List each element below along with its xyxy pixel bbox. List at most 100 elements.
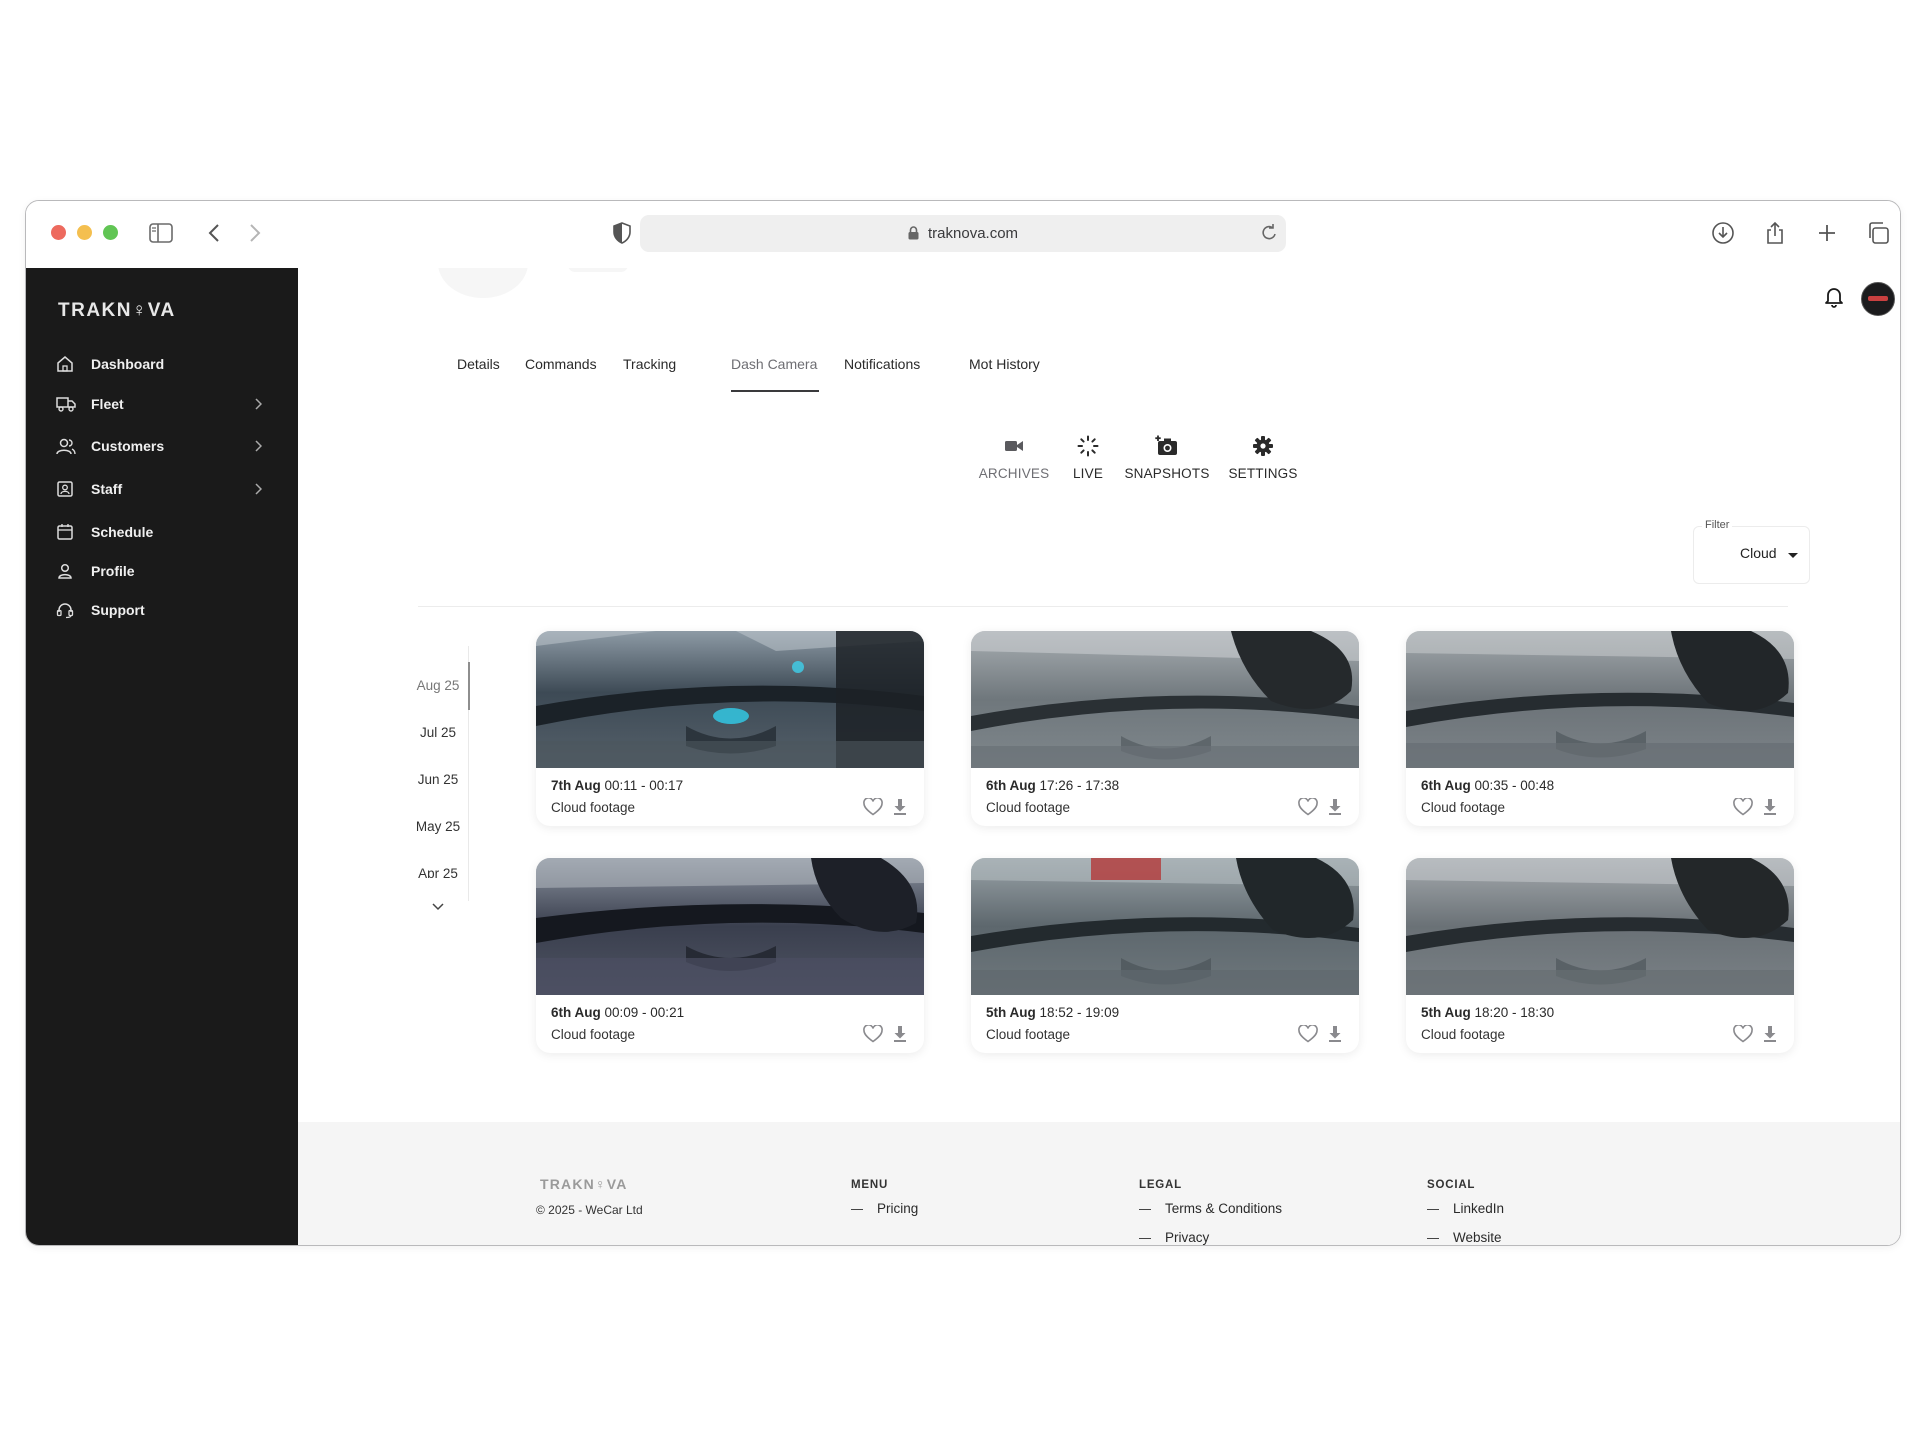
section-divider (418, 606, 1788, 607)
camera-tab-label: SETTINGS (1228, 466, 1298, 481)
caret-down-icon (1788, 553, 1798, 558)
clip-thumbnail[interactable] (971, 858, 1359, 995)
brand-logo[interactable]: TRAKN♀VA (58, 300, 176, 322)
chevron-down-icon[interactable] (432, 898, 444, 916)
footer-link-pricing[interactable]: Pricing (851, 1201, 918, 1216)
zoom-window-button[interactable] (103, 225, 118, 240)
footer-link-linkedin[interactable]: LinkedIn (1427, 1201, 1504, 1216)
footer-link-privacy[interactable]: Privacy (1139, 1230, 1209, 1245)
sidebar-toggle-icon[interactable] (147, 219, 175, 247)
clip-date: 7th Aug 00:11 - 00:17 (551, 778, 683, 793)
tab-commands[interactable]: Commands (525, 356, 597, 372)
month-timeline: Aug 25 Jul 25 Jun 25 May 25 Apr 25 (408, 646, 470, 918)
sidebar-item-label: Dashboard (91, 356, 165, 372)
clip-time: 18:20 - 18:30 (1474, 1005, 1555, 1020)
camera-tab-live[interactable]: LIVE (1063, 434, 1113, 481)
sidebar-item-support[interactable]: Support (26, 592, 298, 628)
sidebar-item-schedule[interactable]: Schedule (26, 514, 298, 550)
tab-notifications[interactable]: Notifications (844, 356, 920, 372)
notifications-bell-icon[interactable] (1824, 286, 1844, 313)
favorite-heart-icon[interactable] (863, 1024, 883, 1048)
timeline-month[interactable]: May 25 (408, 819, 468, 834)
new-tab-icon[interactable] (1813, 219, 1841, 247)
favorite-heart-icon[interactable] (1298, 797, 1318, 821)
browser-toolbar: traknova.com (26, 201, 1900, 269)
filter-select[interactable]: Filter Cloud (1693, 519, 1810, 584)
footer-link-terms[interactable]: Terms & Conditions (1139, 1201, 1282, 1216)
favorite-heart-icon[interactable] (1298, 1024, 1318, 1048)
clip-source: Cloud footage (551, 800, 636, 815)
address-bar[interactable]: traknova.com (640, 215, 1286, 252)
camera-tab-snapshots[interactable]: SNAPSHOTS (1122, 434, 1212, 481)
sidebar-item-profile[interactable]: Profile (26, 553, 298, 589)
clip-card[interactable]: 5th Aug 18:20 - 18:30 Cloud footage (1406, 858, 1794, 1053)
clip-thumbnail[interactable] (971, 631, 1359, 768)
clip-thumbnail[interactable] (536, 631, 924, 768)
lock-icon (908, 226, 919, 245)
vehicle-title-placeholder (568, 268, 628, 272)
footer-legal-heading: LEGAL (1139, 1179, 1182, 1191)
clip-thumbnail[interactable] (1406, 858, 1794, 995)
sidebar-item-dashboard[interactable]: Dashboard (26, 346, 298, 382)
camera-tab-settings[interactable]: SETTINGS (1223, 434, 1303, 481)
timeline-month[interactable]: Aug 25 (408, 678, 468, 693)
tab-dash-camera[interactable]: Dash Camera (731, 356, 817, 372)
download-icon[interactable] (1762, 1025, 1778, 1048)
clip-thumbnail[interactable] (1406, 631, 1794, 768)
favorite-heart-icon[interactable] (1733, 1024, 1753, 1048)
sidebar-item-staff[interactable]: Staff (26, 471, 298, 507)
home-icon (56, 355, 74, 373)
browser-window: traknova.com TRAKN♀VA Dashboard Fleet Cu… (25, 200, 1901, 1246)
tab-tracking[interactable]: Tracking (623, 356, 676, 372)
user-avatar[interactable] (1861, 282, 1895, 316)
download-icon[interactable] (892, 1025, 908, 1048)
tab-mot-history[interactable]: Mot History (969, 356, 1040, 372)
clip-thumbnail[interactable] (536, 858, 924, 995)
downloads-icon[interactable] (1709, 219, 1737, 247)
forward-icon[interactable] (241, 219, 269, 247)
sidebar-item-label: Support (91, 602, 145, 618)
download-icon[interactable] (1762, 798, 1778, 821)
timeline-month[interactable]: Apr 25 (408, 866, 468, 878)
clip-card[interactable]: 5th Aug 18:52 - 19:09 Cloud footage (971, 858, 1359, 1053)
clip-day: 6th Aug (1421, 778, 1471, 793)
url-text: traknova.com (928, 225, 1019, 242)
timeline-month[interactable]: Jun 25 (408, 772, 468, 787)
timeline-month[interactable]: Jul 25 (408, 725, 468, 740)
footer-link-website[interactable]: Website (1427, 1230, 1502, 1245)
add-photo-camera-icon (1122, 434, 1212, 458)
minimize-window-button[interactable] (77, 225, 92, 240)
shield-icon[interactable] (608, 219, 636, 247)
clip-card[interactable]: 6th Aug 00:35 - 00:48 Cloud footage (1406, 631, 1794, 826)
download-icon[interactable] (1327, 1025, 1343, 1048)
camera-tab-label: SNAPSHOTS (1124, 466, 1210, 481)
gear-icon (1223, 434, 1303, 458)
sidebar-item-fleet[interactable]: Fleet (26, 386, 298, 422)
back-icon[interactable] (200, 219, 228, 247)
users-icon (56, 437, 76, 455)
favorite-heart-icon[interactable] (863, 797, 883, 821)
clip-source: Cloud footage (1421, 1027, 1506, 1042)
clip-card[interactable]: 6th Aug 00:09 - 00:21 Cloud footage (536, 858, 924, 1053)
download-icon[interactable] (892, 798, 908, 821)
tab-overview-icon[interactable] (1864, 219, 1892, 247)
share-icon[interactable] (1761, 219, 1789, 247)
reload-icon[interactable] (1260, 223, 1278, 248)
live-broadcast-icon (1063, 434, 1113, 458)
chevron-right-icon (254, 439, 263, 457)
download-icon[interactable] (1327, 798, 1343, 821)
clip-card[interactable]: 7th Aug 00:11 - 00:17 Cloud footage (536, 631, 924, 826)
footer-brand-logo[interactable]: TRAKN♀VA (540, 1176, 628, 1192)
close-window-button[interactable] (51, 225, 66, 240)
clip-day: 7th Aug (551, 778, 601, 793)
clip-card[interactable]: 6th Aug 17:26 - 17:38 Cloud footage (971, 631, 1359, 826)
sidebar-item-customers[interactable]: Customers (26, 428, 298, 464)
tab-details[interactable]: Details (457, 356, 500, 372)
footer-copyright: © 2025 - WeCar Ltd (536, 1203, 643, 1217)
sidebar-item-label: Staff (91, 481, 123, 497)
clip-time: 17:26 - 17:38 (1039, 778, 1120, 793)
camera-tab-archives[interactable]: ARCHIVES (978, 434, 1050, 481)
clip-time: 00:09 - 00:21 (604, 1005, 685, 1020)
favorite-heart-icon[interactable] (1733, 797, 1753, 821)
clip-source: Cloud footage (986, 800, 1071, 815)
